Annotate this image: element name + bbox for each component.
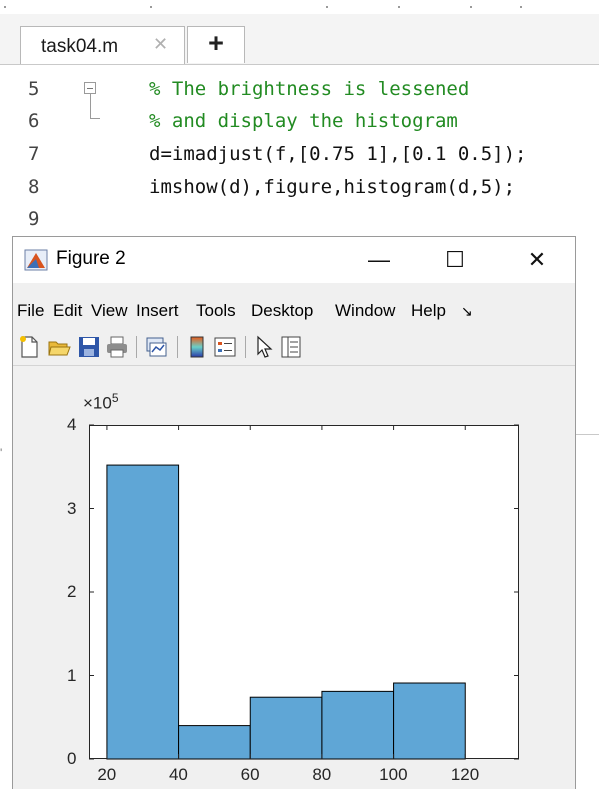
line-number: 5 <box>28 78 40 100</box>
x-tick-label: 80 <box>312 765 332 784</box>
histogram-svg <box>89 424 519 760</box>
colorbar-icon[interactable] <box>185 335 209 359</box>
toolbar-separator <box>136 336 137 358</box>
property-inspector-icon[interactable] <box>279 335 303 359</box>
close-button[interactable]: ✕ <box>516 242 558 278</box>
line-number: 9 <box>28 208 40 230</box>
y-tick-label: 3 <box>67 498 77 518</box>
menu-desktop[interactable]: Desktop <box>251 301 313 321</box>
figure-window[interactable]: Figure 2 — ☐ ✕ File Edit View Insert Too… <box>12 236 576 789</box>
x-tick-label: 60 <box>240 765 260 784</box>
y-tick-label: 2 <box>67 582 77 601</box>
print-icon[interactable] <box>105 335 129 359</box>
fold-guide <box>90 94 91 118</box>
x-tick-label: 120 <box>450 765 480 784</box>
y-tick-label: 1 <box>67 665 77 685</box>
y-axis-exponent: ×105 <box>83 391 119 413</box>
menu-tools[interactable]: Tools <box>196 301 236 321</box>
link-plot-icon[interactable] <box>144 335 168 359</box>
fold-guide-end <box>90 118 100 119</box>
x-tick-label: 40 <box>168 765 188 784</box>
title-bar[interactable]: Figure 2 — ☐ ✕ <box>13 237 575 283</box>
x-tick-label: 100 <box>379 765 408 784</box>
line-number: 7 <box>28 143 40 165</box>
figure-toolbar <box>13 329 575 366</box>
code-fold-toggle[interactable] <box>84 82 96 94</box>
line-number: 6 <box>28 110 40 132</box>
histogram-bar[interactable] <box>393 682 466 760</box>
new-tab-button[interactable]: + <box>187 26 245 63</box>
y-tick-label: 4 <box>67 415 77 434</box>
panel-divider <box>572 434 599 435</box>
plus-icon: + <box>208 28 224 58</box>
x-tick-label: 20 <box>97 765 117 784</box>
maximize-button[interactable]: ☐ <box>434 242 476 278</box>
matlab-figure-icon <box>24 249 48 271</box>
menu-help[interactable]: Help <box>411 301 446 321</box>
menu-overflow-icon[interactable]: ↘ <box>461 303 473 320</box>
toolbar-separator <box>245 336 246 358</box>
menu-view[interactable]: View <box>91 301 128 321</box>
figure-canvas[interactable]: ×105 0 1 2 3 4 20 40 60 80 100 120 <box>13 377 575 790</box>
save-icon[interactable] <box>77 335 101 359</box>
legend-icon[interactable] <box>213 335 237 359</box>
histogram-bar[interactable] <box>321 690 395 760</box>
code-line[interactable]: d=imadjust(f,[0.75 1],[0.1 0.5]); <box>149 143 527 165</box>
editor-tab-strip: task04.m ✕ + <box>0 14 599 65</box>
code-line[interactable]: % and display the histogram <box>149 110 458 132</box>
open-file-icon[interactable] <box>47 335 71 359</box>
y-tick-label: 0 <box>67 749 77 768</box>
menu-insert[interactable]: Insert <box>136 301 179 321</box>
new-figure-icon[interactable] <box>17 335 41 359</box>
close-icon[interactable]: ✕ <box>153 34 168 55</box>
histogram-bar[interactable] <box>249 696 323 760</box>
plot-axes[interactable] <box>89 424 519 760</box>
minimize-button[interactable]: — <box>358 242 400 278</box>
toolbar-separator <box>177 336 178 358</box>
menu-window[interactable]: Window <box>335 301 395 321</box>
menu-file[interactable]: File <box>17 301 44 321</box>
panel-edge: ' <box>0 446 3 460</box>
window-title: Figure 2 <box>56 248 126 269</box>
code-line[interactable]: imshow(d),figure,histogram(d,5); <box>149 176 515 198</box>
menu-bar: File Edit View Insert Tools Desktop Wind… <box>13 297 575 325</box>
pointer-arrow-icon[interactable] <box>253 335 277 359</box>
editor-top-edge <box>0 0 599 14</box>
tab-label: task04.m <box>41 36 119 57</box>
histogram-bar[interactable] <box>106 464 180 760</box>
histogram-bar[interactable] <box>178 725 251 760</box>
code-line[interactable]: % The brightness is lessened <box>149 78 469 100</box>
line-number: 8 <box>28 176 40 198</box>
tab-task04[interactable]: task04.m ✕ <box>20 26 185 64</box>
menu-edit[interactable]: Edit <box>53 301 82 321</box>
